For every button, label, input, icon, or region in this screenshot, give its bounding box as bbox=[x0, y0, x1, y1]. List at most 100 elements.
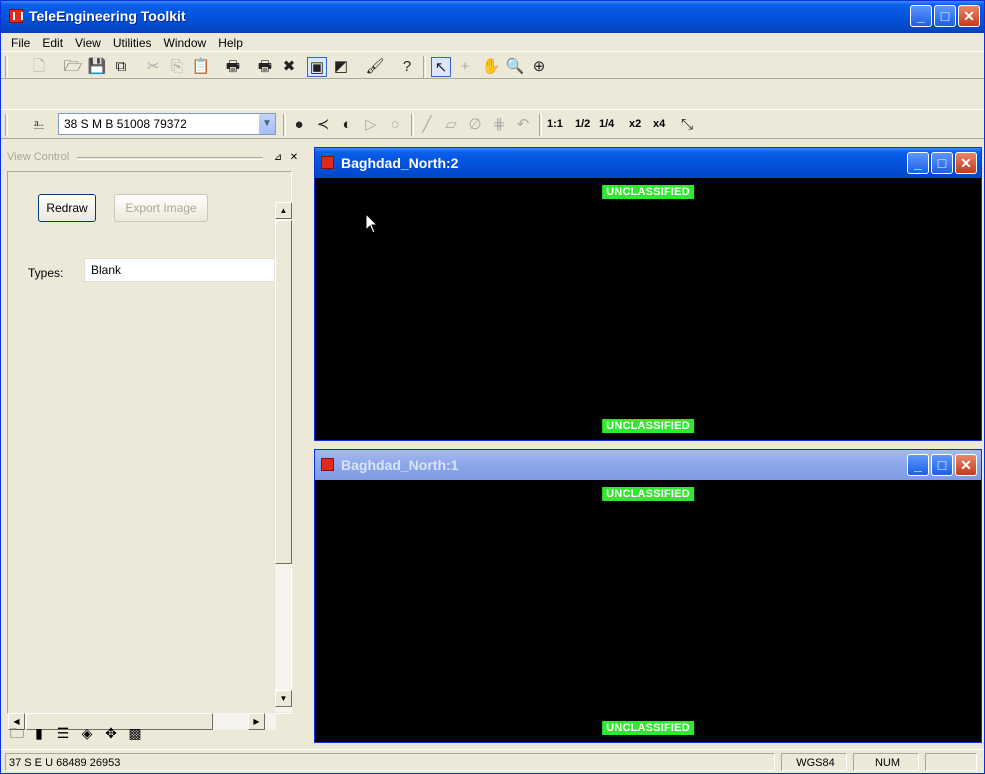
save-all-icon[interactable]: ⧉ bbox=[111, 57, 131, 77]
globe-icon[interactable]: ⊕ bbox=[529, 57, 549, 77]
status-num-lock: NUM bbox=[853, 753, 919, 771]
chevron-down-icon[interactable]: ▼ bbox=[258, 114, 275, 134]
polygon-tool-icon[interactable]: ▱ bbox=[441, 115, 461, 135]
mouse-cursor-icon bbox=[365, 213, 379, 234]
toolbar-grip[interactable] bbox=[5, 114, 8, 136]
cut-icon[interactable]: ✂ bbox=[143, 57, 163, 77]
map-window-2-title: Baghdad_North:2 bbox=[341, 155, 459, 171]
line-tool-icon[interactable]: ╱ bbox=[417, 115, 437, 135]
zoom-magnifier-icon[interactable]: 🔍 bbox=[505, 57, 525, 77]
grid-tool-icon[interactable]: ⋕ bbox=[489, 115, 509, 135]
zoom-quarter-button[interactable]: 1/4 bbox=[599, 118, 614, 130]
close-icon: ✕ bbox=[963, 8, 975, 24]
menu-utilities[interactable]: Utilities bbox=[107, 36, 158, 50]
map-tab-icon[interactable]: ▩ bbox=[125, 723, 145, 743]
maximize-button[interactable]: □ bbox=[931, 152, 953, 174]
list-tab-icon[interactable]: ☰ bbox=[53, 723, 73, 743]
map-window-1-caption-buttons: _ □ ✕ bbox=[907, 454, 977, 476]
scroll-thumb[interactable] bbox=[275, 220, 292, 564]
close-button[interactable]: ✕ bbox=[955, 152, 977, 174]
view-control-panel: View Control ⊿ ✕ Redraw Export Image Typ… bbox=[1, 145, 311, 747]
brush-icon[interactable]: 🖌 bbox=[365, 57, 385, 77]
crosshair-icon[interactable]: + bbox=[455, 57, 475, 77]
vertical-scrollbar[interactable]: ▲ ▼ bbox=[274, 202, 292, 712]
print-preview-icon[interactable]: 🖶 bbox=[255, 57, 275, 77]
menu-file[interactable]: File bbox=[5, 36, 36, 50]
redraw-button[interactable]: Redraw bbox=[38, 194, 96, 222]
types-label: Types: bbox=[28, 266, 64, 280]
map-canvas-2[interactable]: UNCLASSIFIED UNCLASSIFIED bbox=[318, 179, 978, 437]
status-datum: WGS84 bbox=[781, 753, 847, 771]
zoom-half-button[interactable]: 1/2 bbox=[575, 118, 590, 130]
menu-help[interactable]: Help bbox=[212, 36, 249, 50]
scroll-up-icon[interactable]: ▲ bbox=[275, 202, 292, 219]
paste-icon[interactable]: 📋 bbox=[191, 57, 211, 77]
pointer-icon[interactable]: ↖ bbox=[431, 57, 451, 77]
point-icon[interactable]: ● bbox=[289, 115, 309, 135]
application-window: TeleEngineering Toolkit _ □ ✕ File Edit … bbox=[0, 0, 985, 774]
fit-extent-icon[interactable]: ⤡ bbox=[677, 115, 697, 135]
close-button[interactable]: ✕ bbox=[955, 454, 977, 476]
move-tab-icon[interactable]: ✥ bbox=[101, 723, 121, 743]
print-icon[interactable]: 🖶 bbox=[223, 57, 243, 77]
document-tab-icon[interactable]: ▮ bbox=[29, 723, 49, 743]
half-circle-icon[interactable]: ◐ bbox=[337, 115, 357, 135]
toolbar-grip[interactable] bbox=[5, 56, 8, 78]
navigation-toolbar: ⎁ 38 S M B 51008 79372 ▼ ● ≺ ◐ ▷ ○ ╱ ▱ ∅… bbox=[1, 109, 984, 139]
coordinate-mode-icon[interactable]: ⎁ bbox=[29, 115, 49, 135]
dock-icon[interactable]: ⊿ bbox=[271, 151, 285, 164]
image-window-icon[interactable]: ◩ bbox=[331, 57, 351, 77]
menu-window[interactable]: Window bbox=[158, 36, 213, 50]
no-data-icon[interactable]: ∅ bbox=[465, 115, 485, 135]
minimize-button[interactable]: _ bbox=[910, 5, 932, 27]
open-folder-icon[interactable]: 🗁 bbox=[63, 57, 83, 77]
circle-icon[interactable]: ○ bbox=[385, 115, 405, 135]
title-bar[interactable]: TeleEngineering Toolkit _ □ ✕ bbox=[1, 1, 984, 33]
map-window-2[interactable]: Baghdad_North:2 _ □ ✕ UNCLASSIFIED UNCLA… bbox=[314, 147, 982, 441]
minimize-button[interactable]: _ bbox=[907, 454, 929, 476]
minimize-icon: _ bbox=[917, 8, 925, 24]
panel-tab-strip: 🗀 ▮ ☰ ◈ ✥ ▩ bbox=[5, 721, 295, 745]
copy-icon[interactable]: ⎘ bbox=[167, 57, 187, 77]
types-field[interactable]: Blank bbox=[84, 258, 279, 282]
help-icon[interactable]: ? bbox=[397, 57, 417, 77]
map-window-1[interactable]: Baghdad_North:1 _ □ ✕ UNCLASSIFIED UNCLA… bbox=[314, 449, 982, 743]
window-title: TeleEngineering Toolkit bbox=[29, 8, 186, 24]
new-file-icon[interactable]: 🗋 bbox=[29, 57, 49, 77]
view-control-title: View Control bbox=[7, 151, 70, 163]
scroll-down-icon[interactable]: ▼ bbox=[275, 690, 292, 707]
zoom-x2-button[interactable]: x2 bbox=[629, 118, 641, 130]
minimize-button[interactable]: _ bbox=[907, 152, 929, 174]
classification-banner-top: UNCLASSIFIED bbox=[602, 185, 694, 199]
maximize-button[interactable]: □ bbox=[931, 454, 953, 476]
view-control-header[interactable]: View Control ⊿ ✕ bbox=[5, 149, 305, 167]
arrow-shape-icon[interactable]: ▷ bbox=[361, 115, 381, 135]
toolbar-separator bbox=[411, 114, 414, 136]
view-panel-icon[interactable]: ▣ bbox=[307, 57, 327, 77]
menu-edit[interactable]: Edit bbox=[36, 36, 69, 50]
angle-icon[interactable]: ≺ bbox=[313, 115, 333, 135]
zoom-x4-button[interactable]: x4 bbox=[653, 118, 665, 130]
undo-shape-icon[interactable]: ↶ bbox=[513, 115, 533, 135]
zoom-1-1-button[interactable]: 1:1 bbox=[547, 118, 563, 130]
layers-tab-icon[interactable]: ◈ bbox=[77, 723, 97, 743]
header-grip bbox=[77, 157, 263, 160]
delete-icon[interactable]: ✖ bbox=[279, 57, 299, 77]
folder-tab-icon[interactable]: 🗀 bbox=[7, 723, 27, 743]
classification-banner-bottom: UNCLASSIFIED bbox=[602, 419, 694, 433]
maximize-button[interactable]: □ bbox=[934, 5, 956, 27]
menu-view[interactable]: View bbox=[69, 36, 107, 50]
minimize-icon: _ bbox=[914, 457, 922, 473]
pan-hand-icon[interactable]: ✋ bbox=[481, 57, 501, 77]
export-image-button[interactable]: Export Image bbox=[114, 194, 208, 222]
classification-banner-bottom: UNCLASSIFIED bbox=[602, 721, 694, 735]
close-button[interactable]: ✕ bbox=[958, 5, 980, 27]
coordinate-input[interactable]: 38 S M B 51008 79372 ▼ bbox=[58, 113, 276, 135]
map-canvas-1[interactable]: UNCLASSIFIED UNCLASSIFIED bbox=[318, 481, 978, 739]
caption-buttons: _ □ ✕ bbox=[910, 5, 980, 27]
map-window-1-title-bar[interactable]: Baghdad_North:1 _ □ ✕ bbox=[315, 450, 981, 480]
panel-close-icon[interactable]: ✕ bbox=[287, 151, 301, 164]
map-window-2-title-bar[interactable]: Baghdad_North:2 _ □ ✕ bbox=[315, 148, 981, 178]
minimize-icon: _ bbox=[914, 155, 922, 171]
save-icon[interactable]: 💾 bbox=[87, 57, 107, 77]
